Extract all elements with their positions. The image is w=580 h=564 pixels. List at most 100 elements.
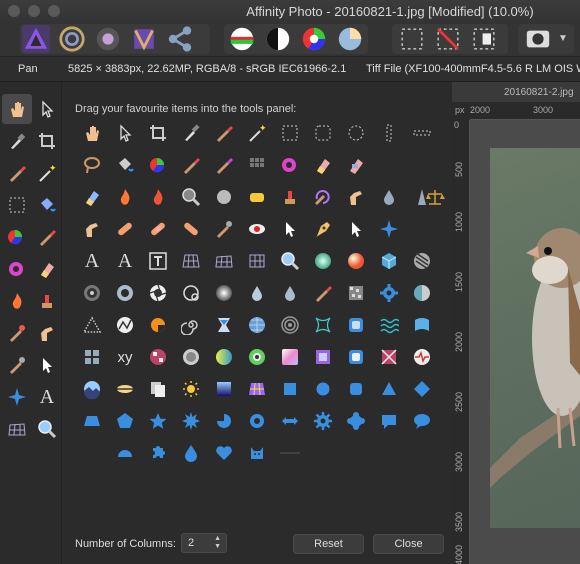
target-rings-icon[interactable] xyxy=(77,278,107,308)
patch-bandage-icon[interactable] xyxy=(143,214,173,244)
artistic-text-icon[interactable]: A xyxy=(77,246,107,276)
dots-circle-icon[interactable] xyxy=(176,342,206,372)
marquee-tool-icon[interactable] xyxy=(2,190,32,220)
donut-shape-icon[interactable] xyxy=(242,406,272,436)
pulse-circle-icon[interactable] xyxy=(407,342,437,372)
swirl-lines-icon[interactable] xyxy=(407,246,437,276)
mesh-warp-grid-icon[interactable] xyxy=(209,246,239,276)
starburst-icon[interactable] xyxy=(374,214,404,244)
double-arrow-shape-icon[interactable] xyxy=(275,406,305,436)
smudge-finger-icon[interactable] xyxy=(32,318,62,348)
glow-sphere-icon[interactable] xyxy=(308,246,338,276)
pixel-brush-icon[interactable] xyxy=(176,150,206,180)
star-shape-icon[interactable] xyxy=(143,406,173,436)
move-icon[interactable] xyxy=(110,118,140,148)
crop-tool-icon[interactable] xyxy=(32,126,62,156)
brush-icon[interactable] xyxy=(209,118,239,148)
grid-four-icon[interactable] xyxy=(77,342,107,372)
sun-half-icon[interactable] xyxy=(176,374,206,404)
curve-meter-icon[interactable] xyxy=(110,310,140,340)
liquify-persona-icon[interactable] xyxy=(58,25,86,53)
rounded-marquee-icon[interactable] xyxy=(308,118,338,148)
mosaic-icon[interactable] xyxy=(143,342,173,372)
half-light-icon[interactable] xyxy=(407,278,437,308)
grid-mesh-icon[interactable] xyxy=(242,246,272,276)
flag-shape-icon[interactable] xyxy=(407,310,437,340)
eraser-icon[interactable] xyxy=(308,150,338,180)
gear-blue-icon[interactable] xyxy=(374,278,404,308)
gradient-sphere-icon[interactable] xyxy=(209,342,239,372)
document-tab[interactable]: 20160821-2.jpg xyxy=(452,82,580,102)
eyedropper-icon[interactable] xyxy=(176,118,206,148)
perspective-grid-icon[interactable] xyxy=(242,374,272,404)
triangle-dots-icon[interactable] xyxy=(77,310,107,340)
view-tool-hand-icon[interactable] xyxy=(2,94,32,124)
row-marquee-icon[interactable] xyxy=(407,118,437,148)
hourglass-blue-icon[interactable] xyxy=(209,310,239,340)
orange-sphere-icon[interactable] xyxy=(341,246,371,276)
develop-persona-icon[interactable] xyxy=(94,25,122,53)
white-balance-icon[interactable] xyxy=(336,25,364,53)
bristle-brush-icon[interactable] xyxy=(308,278,338,308)
glow-square-icon[interactable] xyxy=(341,342,371,372)
blue-gradient-square-icon[interactable] xyxy=(209,374,239,404)
marquee-mode-icon[interactable] xyxy=(398,25,426,53)
black-white-icon[interactable] xyxy=(264,25,292,53)
rounded-rect-shape-icon[interactable] xyxy=(341,374,371,404)
crop-icon[interactable] xyxy=(143,118,173,148)
color-dial-icon[interactable] xyxy=(242,342,272,372)
paint-bucket-icon[interactable] xyxy=(110,150,140,180)
puzzle-shape-icon[interactable] xyxy=(143,438,173,468)
erase-brush-icon[interactable] xyxy=(32,254,62,284)
soft-glow-icon[interactable] xyxy=(209,278,239,308)
spiral-icon[interactable] xyxy=(176,310,206,340)
trapezoid-shape-icon[interactable] xyxy=(77,406,107,436)
color-replacement-icon[interactable] xyxy=(2,222,32,252)
burn-icon[interactable] xyxy=(110,182,140,212)
color-picker-icon[interactable] xyxy=(2,126,32,156)
red-eye-icon[interactable] xyxy=(242,214,272,244)
paint-brush-icon[interactable] xyxy=(32,222,62,252)
photo-persona-icon[interactable] xyxy=(22,25,50,53)
magic-wand-icon[interactable]: ✦ xyxy=(32,158,62,188)
pinch-mesh-icon[interactable] xyxy=(308,310,338,340)
export-persona-icon[interactable] xyxy=(166,25,194,53)
rect-marquee-icon[interactable] xyxy=(275,118,305,148)
wave-lines-icon[interactable] xyxy=(374,310,404,340)
shape-tool-icon[interactable] xyxy=(2,382,32,412)
close-button[interactable]: Close xyxy=(373,534,444,554)
blemish-icon[interactable] xyxy=(209,182,239,212)
brush-tool-icon[interactable] xyxy=(2,158,32,188)
node-arrow-icon[interactable] xyxy=(275,214,305,244)
frame-text-icon[interactable]: A xyxy=(110,246,140,276)
xy-icon[interactable]: xy xyxy=(110,342,140,372)
smudge-brush-icon[interactable] xyxy=(2,318,32,348)
stacked-pages-icon[interactable] xyxy=(143,374,173,404)
mesh-warp-icon[interactable] xyxy=(2,414,32,444)
speech-rect-shape-icon[interactable] xyxy=(374,406,404,436)
columns-stepper[interactable]: 2 ▲ ▼ xyxy=(181,533,227,553)
color-wheel-brush-icon[interactable] xyxy=(2,254,32,284)
scales-icon[interactable] xyxy=(420,182,450,212)
pattern-grid-icon[interactable] xyxy=(242,150,272,180)
invert-selection-icon[interactable] xyxy=(470,25,498,53)
frame-square-icon[interactable] xyxy=(308,342,338,372)
flood-eraser-icon[interactable] xyxy=(341,150,371,180)
crescent-shape-icon[interactable] xyxy=(77,438,107,468)
speech-oval-shape-icon[interactable] xyxy=(407,406,437,436)
circle-shape-icon[interactable] xyxy=(308,374,338,404)
droplet-white-icon[interactable] xyxy=(242,278,272,308)
cube-icon[interactable] xyxy=(374,246,404,276)
vertical-ruler[interactable]: 0 500 1000 1500 2000 2500 3000 3500 4000 xyxy=(452,120,470,564)
quick-mask-icon[interactable] xyxy=(524,25,552,53)
sponge-block-icon[interactable] xyxy=(242,182,272,212)
magic-wand-icon-2[interactable]: ✦ xyxy=(242,118,272,148)
cog-shape-icon[interactable] xyxy=(308,406,338,436)
lasso-icon[interactable] xyxy=(77,150,107,180)
inpainting-icon[interactable] xyxy=(209,214,239,244)
perspective-mesh-icon[interactable] xyxy=(176,246,206,276)
square-shape-icon[interactable] xyxy=(275,374,305,404)
blemish-bandage-icon[interactable] xyxy=(176,214,206,244)
hsl-icon[interactable] xyxy=(300,25,328,53)
node-tool-icon[interactable] xyxy=(32,350,62,380)
